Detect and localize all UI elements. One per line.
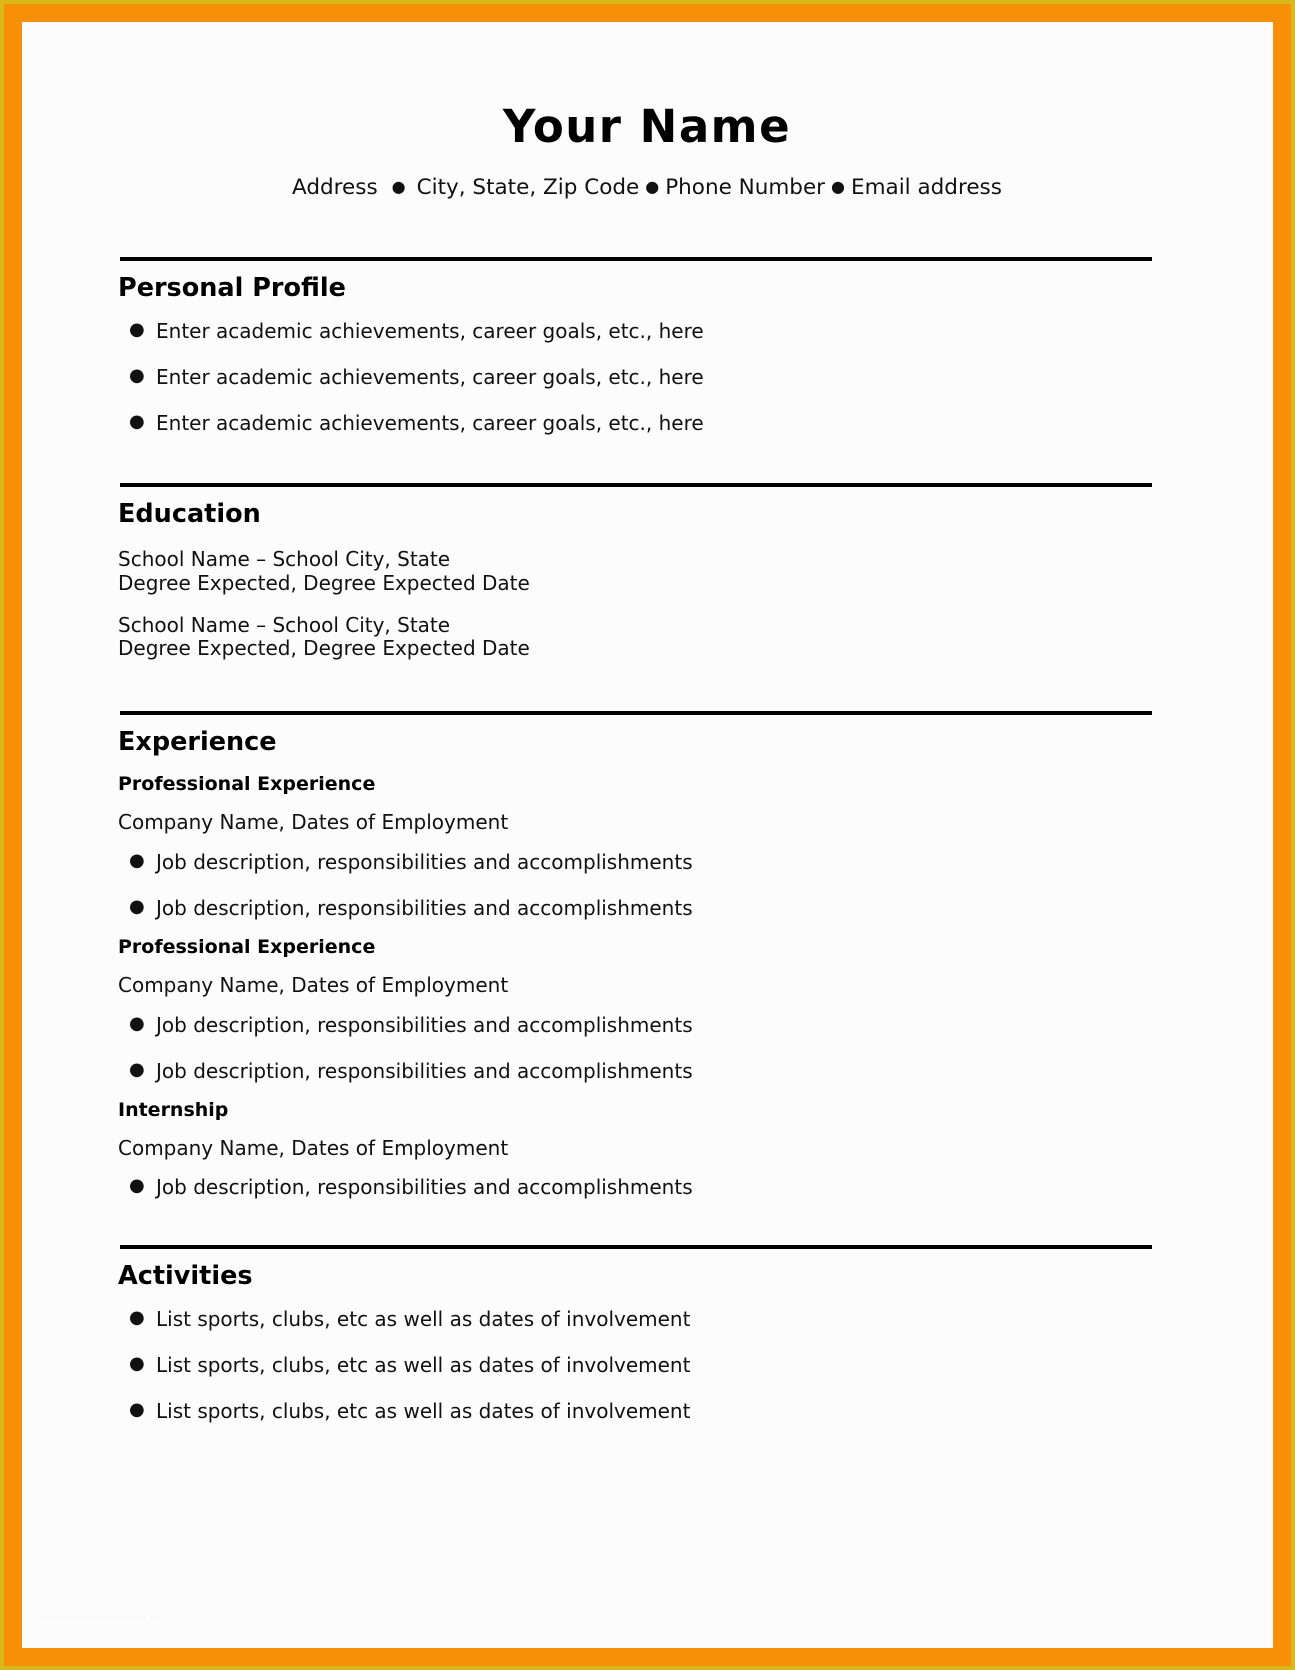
list-item-text: List sports, clubs, etc as well as dates… (156, 1306, 691, 1331)
list-item: ● Job description, responsibilities and a… (96, 1175, 1198, 1199)
decorative-page-frame: Your Name Address ● City, State, Zip Code ●… (0, 0, 1295, 1670)
list-item-text: Job description, responsibilities and ac… (156, 1012, 693, 1037)
bullet-dot-icon: ● (129, 318, 145, 340)
section-heading: Education (118, 498, 261, 529)
list-item: ● Job description, responsibilities and a… (96, 1059, 1198, 1083)
list-item-text: Enter academic achievements, career goal… (156, 410, 704, 435)
section-divider (120, 482, 1152, 487)
education-entry: School Name – School City, State Degree … (96, 547, 1198, 595)
section-experience: Experience Professional Experience Compa… (96, 710, 1198, 1200)
list-item: ● Job description, responsibilities and a… (96, 896, 1198, 920)
experience-bullet-list: ● Job description, responsibilities and a… (96, 1175, 1198, 1199)
experience-company: Company Name, Dates of Employment (118, 972, 509, 997)
activities-bullet-list: ● List sports, clubs, etc as well as date… (96, 1307, 1198, 1423)
list-item-text: List sports, clubs, etc as well as dates… (156, 1352, 691, 1377)
section-heading: Activities (118, 1261, 253, 1292)
bullet-dot-icon: ● (129, 1352, 145, 1374)
bullet-dot-icon: ● (129, 410, 145, 432)
experience-entry: Professional Experience Company Name, Da… (96, 936, 1198, 1083)
list-item-text: Enter academic achievements, career goal… (156, 318, 704, 343)
section-heading: Personal Profile (118, 273, 346, 303)
education-school: School Name – School City, State (118, 612, 451, 637)
bullet-dot-icon: ● (129, 1398, 145, 1420)
list-item: ● List sports, clubs, etc as well as date… (96, 1307, 1198, 1331)
list-item: ● Enter academic achievements, career goa… (96, 411, 1198, 435)
list-item-text: List sports, clubs, etc as well as dates… (156, 1398, 691, 1423)
list-item: ● Enter academic achievements, career goa… (96, 319, 1198, 343)
list-item-text: Job description, responsibilities and ac… (156, 1058, 693, 1083)
contact-separator-icon: ● (391, 177, 406, 196)
experience-subheading: Professional Experience (118, 935, 376, 958)
resume-content: Your Name Address ● City, State, Zip Code ●… (96, 104, 1198, 1423)
contact-phone: Phone Number (665, 175, 826, 200)
bullet-dot-icon: ● (129, 1175, 145, 1197)
resume-page: Your Name Address ● City, State, Zip Code ●… (22, 22, 1273, 1648)
section-activities: Activities ● List sports, clubs, etc as w… (96, 1245, 1198, 1423)
education-degree: Degree Expected, Degree Expected Date (118, 570, 530, 595)
list-item-text: Job description, responsibilities and ac… (156, 1175, 693, 1200)
bullet-dot-icon: ● (129, 895, 145, 917)
experience-bullet-list: ● Job description, responsibilities and a… (96, 1013, 1198, 1083)
list-item: ● List sports, clubs, etc as well as date… (96, 1399, 1198, 1423)
section-divider (120, 1245, 1152, 1250)
experience-entry: Professional Experience Company Name, Da… (96, 773, 1198, 920)
experience-bullet-list: ● Job description, responsibilities and a… (96, 850, 1198, 920)
bullet-dot-icon: ● (129, 1306, 145, 1328)
section-divider (120, 710, 1152, 715)
contact-email: Email address (851, 175, 1002, 200)
contact-separator-icon: ● (831, 177, 845, 196)
education-degree: Degree Expected, Degree Expected Date (118, 636, 530, 661)
list-item: ● Job description, responsibilities and a… (96, 1013, 1198, 1037)
experience-subheading: Professional Experience (118, 773, 376, 796)
bullet-dot-icon: ● (129, 1012, 145, 1034)
contact-address: Address (292, 175, 378, 200)
bullet-dot-icon: ● (129, 1058, 145, 1080)
list-item-text: Job description, responsibilities and ac… (156, 849, 693, 874)
list-item: ● List sports, clubs, etc as well as date… (96, 1353, 1198, 1377)
page-title: Your Name (502, 100, 792, 153)
experience-entry: Internship Company Name, Dates of Employ… (96, 1099, 1198, 1200)
list-item: ● Job description, responsibilities and a… (96, 850, 1198, 874)
section-personal-profile: Personal Profile ● Enter academic achieve… (96, 257, 1198, 435)
education-entry: School Name – School City, State Degree … (96, 612, 1198, 661)
site-watermark: www.heritagechristiancollege.com (38, 1614, 165, 1622)
bullet-dot-icon: ● (129, 364, 145, 386)
contact-city-state-zip: City, State, Zip Code (416, 175, 640, 200)
contact-line: Address ● City, State, Zip Code ● Phone Numb… (96, 175, 1198, 200)
section-divider (120, 257, 1152, 261)
contact-separator-icon: ● (645, 177, 660, 196)
bullet-dot-icon: ● (129, 849, 145, 871)
resume-header: Your Name Address ● City, State, Zip Code ●… (96, 104, 1198, 200)
list-item-text: Job description, responsibilities and ac… (156, 895, 693, 920)
section-heading: Experience (118, 726, 277, 757)
experience-company: Company Name, Dates of Employment (118, 1135, 509, 1160)
experience-company: Company Name, Dates of Employment (118, 810, 509, 835)
experience-subheading: Internship (118, 1098, 229, 1121)
orange-border-band: Your Name Address ● City, State, Zip Code ●… (4, 4, 1291, 1666)
list-item-text: Enter academic achievements, career goal… (156, 364, 704, 389)
list-item: ● Enter academic achievements, career goa… (96, 365, 1198, 389)
education-school: School Name – School City, State (118, 547, 451, 572)
section-education: Education School Name – School City, Sta… (96, 482, 1198, 661)
profile-bullet-list: ● Enter academic achievements, career goa… (96, 319, 1198, 435)
